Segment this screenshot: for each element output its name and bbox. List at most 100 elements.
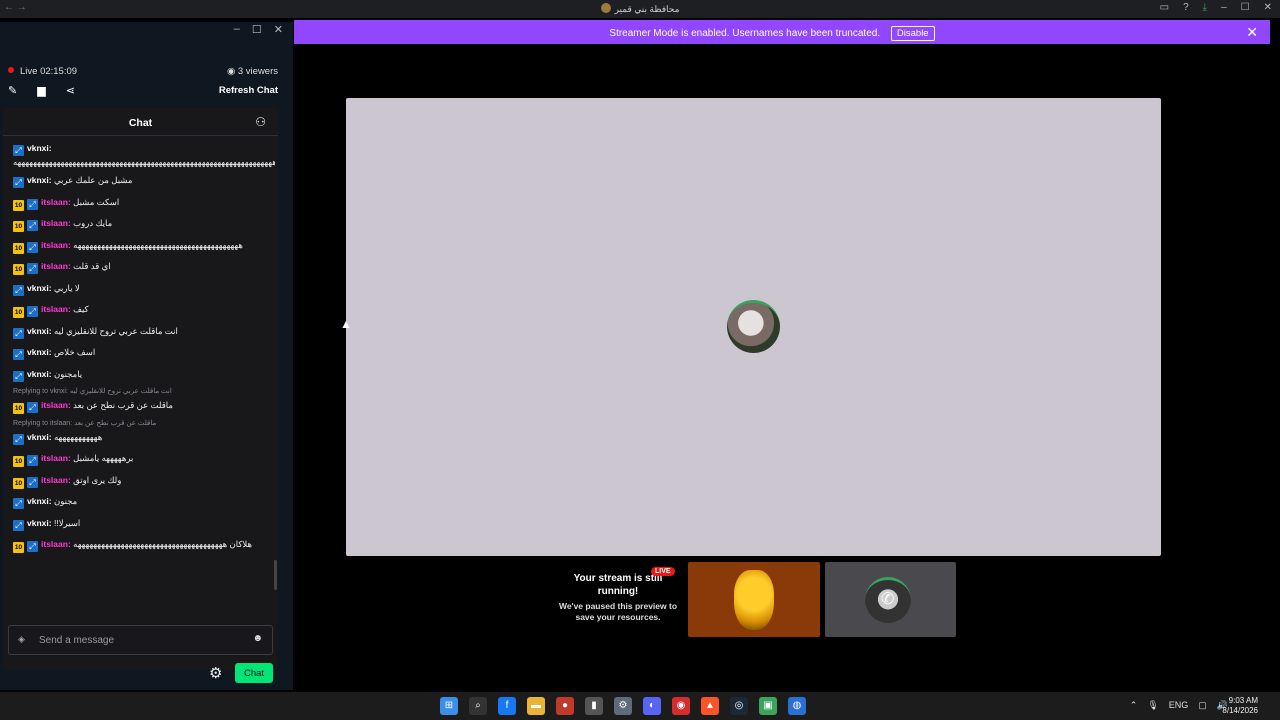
chat-message[interactable]: 10 ⤢ itslaan: اي قد قلت — [3, 257, 275, 279]
windows-icon[interactable]: ⊞ — [440, 697, 458, 715]
ea-icon[interactable]: ◍ — [788, 697, 806, 715]
subscriber-badge[interactable]: 10 — [13, 477, 24, 489]
reply-context[interactable]: Replying to itslaan: ماقلت عن قرب نطح عن… — [3, 418, 275, 428]
chat-message-list[interactable]: ⤢ vknxi: هههههههههههههههههههههههههههههههه… — [3, 139, 275, 597]
chat-message[interactable]: 10 ⤢ itslaan: هههههههههههههههههههههههههههه… — [3, 236, 275, 258]
chat-username[interactable]: itslaan — [41, 261, 68, 271]
facebook-icon[interactable]: f — [498, 697, 516, 715]
chat-input[interactable] — [39, 631, 239, 649]
chat-username[interactable]: vknxi — [27, 496, 49, 506]
subscriber-badge[interactable]: 10 — [13, 264, 24, 275]
chat-username[interactable]: itslaan — [41, 218, 68, 228]
chat-username[interactable]: itslaan — [41, 539, 68, 549]
subscriber-badge[interactable]: 10 — [13, 242, 24, 254]
chat-message[interactable]: 10 ⤢ itslaan: ماقلت عن قرب نطح عن بعد — [3, 396, 275, 418]
chat-username[interactable]: itslaan — [41, 240, 68, 250]
badge-icon[interactable]: ⤢ — [27, 263, 38, 274]
chat-username[interactable]: itslaan — [41, 475, 68, 485]
badge-icon[interactable]: ⤢ — [13, 145, 24, 156]
chat-message[interactable]: 10 ⤢ itslaan: اسكت مشبل — [3, 193, 275, 215]
chat-username[interactable]: vknxi — [27, 175, 49, 185]
popout-minimize-button[interactable]: – — [234, 23, 240, 36]
steam-icon[interactable]: ◎ — [730, 697, 748, 715]
send-chat-button[interactable]: Chat — [235, 663, 273, 683]
bits-icon[interactable]: ◈ — [18, 634, 25, 645]
refresh-chat-button[interactable]: Refresh Chat — [219, 85, 278, 96]
discord-icon[interactable]: ◐ — [643, 697, 661, 715]
file-explorer-icon[interactable]: ▬ — [527, 697, 545, 715]
inbox-icon[interactable]: ▭ — [1160, 2, 1169, 13]
badge-icon[interactable]: ⤢ — [27, 220, 38, 231]
clock[interactable]: 9:03 AM 8/14/2026 — [1222, 696, 1258, 716]
badge-icon[interactable]: ⤢ — [27, 306, 38, 317]
badge-icon[interactable]: ⤢ — [27, 476, 38, 488]
chat-message[interactable]: ⤢ vknxi: مجنون — [3, 492, 275, 514]
chat-username[interactable]: vknxi — [27, 432, 49, 442]
clip-icon[interactable]: ▆ — [37, 84, 45, 97]
chat-username[interactable]: itslaan — [41, 453, 68, 463]
chat-message[interactable]: ⤢ vknxi: هههههههههههه — [3, 428, 275, 450]
disable-button[interactable]: Disable — [890, 26, 935, 41]
maximize-button[interactable]: ☐ — [1241, 2, 1250, 13]
subscriber-badge[interactable]: 10 — [13, 221, 24, 232]
minimize-button[interactable]: – — [1221, 2, 1227, 13]
chat-username[interactable]: vknxi — [27, 369, 49, 379]
edit-icon[interactable]: ✎ — [8, 84, 17, 97]
banner-close-icon[interactable]: ✕ — [1246, 24, 1258, 41]
badge-icon[interactable]: ⤢ — [27, 402, 38, 413]
chat-username[interactable]: vknxi — [27, 347, 49, 357]
chat-message[interactable]: 10 ⤢ itslaan: كيف — [3, 300, 275, 322]
badge-icon[interactable]: ⤢ — [27, 455, 38, 466]
chat-username[interactable]: itslaan — [41, 304, 68, 314]
chat-message[interactable]: 10 ⤢ itslaan: ولك يرى اوتق — [3, 471, 275, 493]
chat-username[interactable]: itslaan — [41, 400, 68, 410]
badge-icon[interactable]: ⤢ — [13, 327, 24, 339]
reply-context[interactable]: Replying to vknxi: انت ماقلت عربي تروح ل… — [3, 386, 275, 396]
chat-username[interactable]: vknxi — [27, 518, 49, 528]
call-thumbnail[interactable]: ✆ — [825, 562, 956, 637]
chat-message[interactable]: ⤢ vknxi: مشبل من علمك عربي — [3, 171, 275, 193]
download-icon[interactable]: ⤓ — [1203, 2, 1207, 13]
chat-username[interactable]: itslaan — [41, 197, 68, 207]
chat-message[interactable]: ⤢ vknxi: هههههههههههههههههههههههههههههههه… — [3, 139, 275, 171]
language-indicator[interactable]: ENG — [1169, 700, 1189, 711]
emote-icon[interactable]: ☻ — [252, 633, 263, 644]
subscriber-badge[interactable]: 10 — [13, 542, 24, 553]
mic-app-icon[interactable]: ▮ — [585, 697, 603, 715]
subscriber-badge[interactable]: 10 — [13, 403, 24, 414]
badge-icon[interactable]: ⤢ — [13, 433, 24, 445]
active-app-icon[interactable]: ▣ — [759, 697, 777, 715]
stream-thumbnail[interactable] — [688, 562, 820, 637]
badge-icon[interactable]: ⤢ — [13, 519, 24, 531]
chat-input-box[interactable]: ◈ ☻ — [8, 625, 273, 655]
subscriber-badge[interactable]: 10 — [13, 456, 24, 467]
chat-message[interactable]: ⤢ vknxi: !!اسيرلا — [3, 514, 275, 536]
chat-username[interactable]: vknxi — [27, 283, 49, 293]
popout-close-button[interactable]: ✕ — [274, 23, 283, 36]
settings-icon[interactable]: ⚙ — [614, 697, 632, 715]
popout-maximize-button[interactable]: ☐ — [252, 23, 262, 36]
badge-icon[interactable]: ⤢ — [27, 541, 38, 552]
badge-icon[interactable]: ⤢ — [27, 241, 38, 253]
chat-message[interactable]: ⤢ vknxi: انت ماقلت عربي تروح للانقليزي لي… — [3, 322, 275, 344]
subscriber-badge[interactable]: 10 — [13, 199, 24, 211]
chat-message[interactable]: 10 ⤢ itslaan: برهههههه يامشبل — [3, 449, 275, 471]
badge-icon[interactable]: ⤢ — [13, 498, 24, 509]
chat-message[interactable]: 10 ⤢ itslaan: هلاكان ههههههههههههههههههههه… — [3, 535, 275, 557]
network-icon[interactable]: ▢ — [1198, 700, 1207, 711]
badge-icon[interactable]: ⤢ — [13, 177, 24, 188]
chevron-up-icon[interactable]: ⌃ — [1130, 700, 1138, 711]
badge-icon[interactable]: ⤢ — [13, 349, 24, 360]
chat-username[interactable]: vknxi — [27, 326, 49, 336]
chat-scrollbar[interactable] — [274, 560, 277, 590]
chat-username[interactable]: vknxi — [27, 143, 49, 153]
help-icon[interactable]: ? — [1183, 2, 1189, 13]
badge-icon[interactable]: ⤢ — [13, 370, 24, 382]
badge-icon[interactable]: ⤢ — [27, 198, 38, 210]
badge-icon[interactable]: ⤢ — [13, 284, 24, 296]
close-button[interactable]: ✕ — [1264, 2, 1272, 13]
record-icon[interactable]: ◉ — [672, 697, 690, 715]
chat-message[interactable]: ⤢ vknxi: يامجنون — [3, 365, 275, 387]
gear-icon[interactable]: ⚙ — [209, 664, 222, 682]
subscriber-badge[interactable]: 10 — [13, 307, 24, 318]
